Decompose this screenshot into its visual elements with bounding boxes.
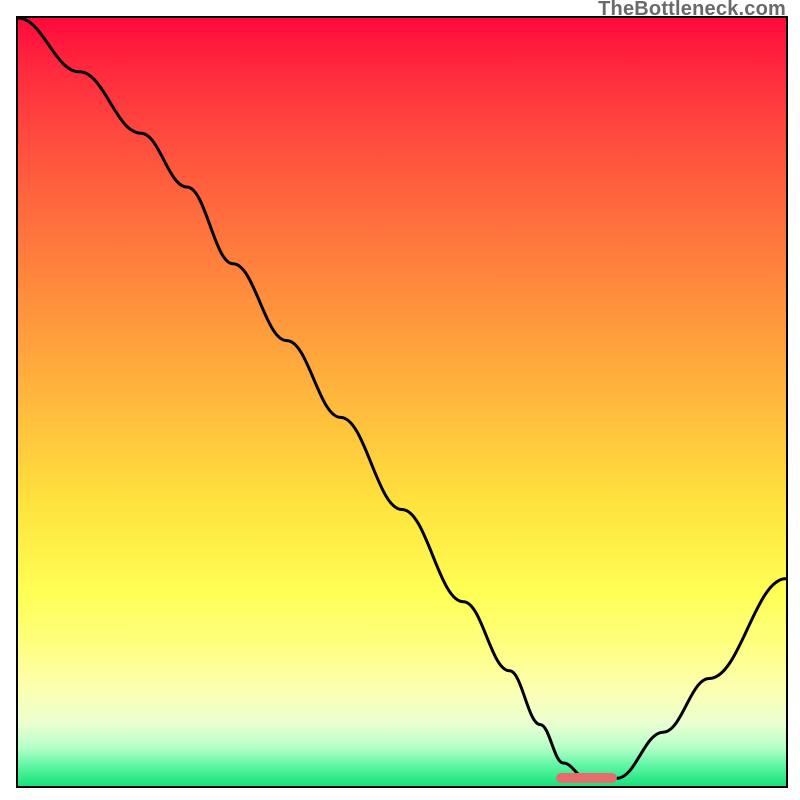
bottleneck-curve-path <box>18 18 786 778</box>
plot-area <box>16 16 788 788</box>
curve-layer <box>18 18 786 786</box>
optimal-range-marker <box>556 773 617 783</box>
bottleneck-chart: TheBottleneck.com <box>0 0 800 800</box>
